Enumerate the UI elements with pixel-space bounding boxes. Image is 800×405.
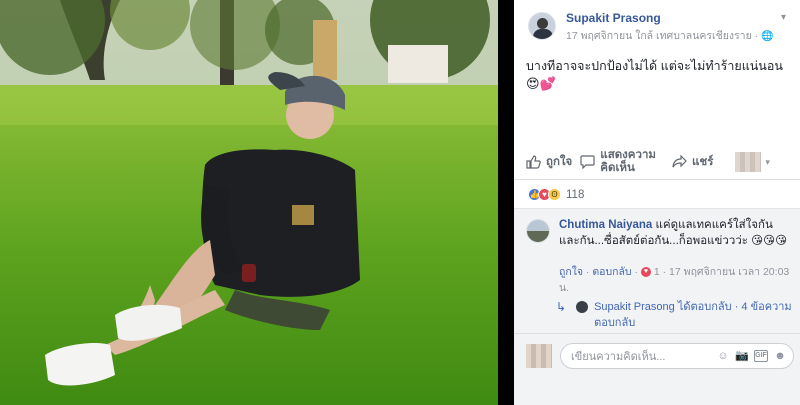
comment-composer: เขียนความคิดเห็น... ☺ 📷 GIF ☻ [514, 333, 800, 405]
globe-icon: 🌐 [761, 31, 774, 42]
comment-input-placeholder: เขียนความคิดเห็น... [571, 351, 666, 363]
photo-image [0, 0, 498, 405]
post-text: บางทีอาจจะปกป้องไม่ได้ แต่จะไม่ทำร้ายแน่… [526, 57, 788, 93]
post-options-chevron-icon[interactable]: ▾ [781, 12, 786, 23]
viewer-divider [498, 0, 514, 405]
author-name[interactable]: Supakit Prasong [566, 10, 774, 26]
comment-reply-link[interactable]: ตอบกลับ [592, 266, 631, 278]
reply-avatar [576, 301, 589, 313]
share-label: แชร์ [691, 156, 714, 168]
action-bar: ถูกใจ แสดงความ คิดเห็น แชร์ ▾ [514, 145, 800, 180]
thumbs-up-icon [526, 155, 541, 169]
replies-link[interactable]: ↳ Supakit Prasong ได้ตอบกลับ · 4 ข้อความ… [556, 299, 796, 331]
composer-icons: ☺ 📷 GIF ☻ [711, 349, 787, 363]
reaction-count: 118 [566, 188, 585, 201]
post-header: Supakit Prasong 17 พฤศจิกายน ใกล้ เทศบาล… [528, 10, 774, 44]
comment-emojis: 😘😘😘 [751, 235, 788, 247]
post-photo[interactable] [0, 0, 498, 405]
comment-label-line1: แสดงความ [600, 149, 656, 161]
wow-icon: ʘ [548, 188, 561, 201]
post-side-panel: Supakit Prasong 17 พฤศจิกายน ใกล้ เทศบาล… [514, 0, 800, 405]
comment-label-line2: คิดเห็น [600, 162, 635, 174]
share-button[interactable]: แชร์ [672, 153, 713, 171]
reaction-summary[interactable]: 👍 ♥ ʘ 118 [528, 188, 584, 201]
reply-separator: · [731, 301, 742, 313]
comment-reaction-count[interactable]: 1 [654, 266, 660, 278]
gif-icon[interactable]: GIF [754, 350, 768, 362]
like-button[interactable]: ถูกใจ [526, 153, 572, 171]
emoji-icon[interactable]: ☺ [716, 349, 730, 363]
reply-author: Supakit Prasong [594, 301, 675, 313]
heart-icon: ♥ [640, 267, 651, 278]
comment-button[interactable]: แสดงความ คิดเห็น [580, 149, 656, 175]
comments-section: Chutima Naiyana แค่ดูแลเทคแคร์ใส่ใจกันแล… [514, 208, 800, 333]
post-date-location[interactable]: 17 พฤศจิกายน ใกล้ เทศบาลนครเชียงราย · [566, 30, 761, 42]
commenter-name[interactable]: Chutima Naiyana [559, 219, 652, 231]
like-label: ถูกใจ [546, 156, 573, 168]
post-text-body: บางทีอาจจะปกป้องไม่ได้ แต่จะไม่ทำร้ายแน่… [526, 59, 783, 73]
camera-icon[interactable]: 📷 [735, 349, 749, 363]
post-meta: 17 พฤศจิกายน ใกล้ เทศบาลนครเชียงราย · 🌐 [566, 29, 774, 44]
comment-input[interactable]: เขียนความคิดเห็น... ☺ 📷 GIF ☻ [560, 343, 794, 369]
chevron-down-icon[interactable]: ▾ [765, 157, 770, 168]
share-icon [672, 155, 687, 168]
post-emoji: 😍💕 [526, 76, 556, 91]
comment-like-link[interactable]: ถูกใจ [559, 266, 583, 278]
sticker-icon[interactable]: ☻ [773, 349, 787, 363]
reply-label: ได้ตอบกลับ [677, 301, 732, 313]
posting-as-avatar[interactable] [735, 152, 762, 172]
replies-summary: Supakit Prasong ได้ตอบกลับ · 4 ข้อความตอ… [594, 299, 796, 331]
commenter-avatar[interactable] [526, 219, 550, 243]
reply-arrow-icon: ↳ [556, 300, 567, 314]
comment-icon [580, 155, 595, 169]
comment-actions: ถูกใจ · ตอบกลับ · ♥ 1 · 17 พฤศจิกายน เวล… [559, 266, 790, 294]
author-avatar[interactable] [528, 12, 556, 40]
composer-avatar [526, 344, 552, 368]
comment: Chutima Naiyana แค่ดูแลเทคแคร์ใส่ใจกันแล… [559, 217, 791, 249]
